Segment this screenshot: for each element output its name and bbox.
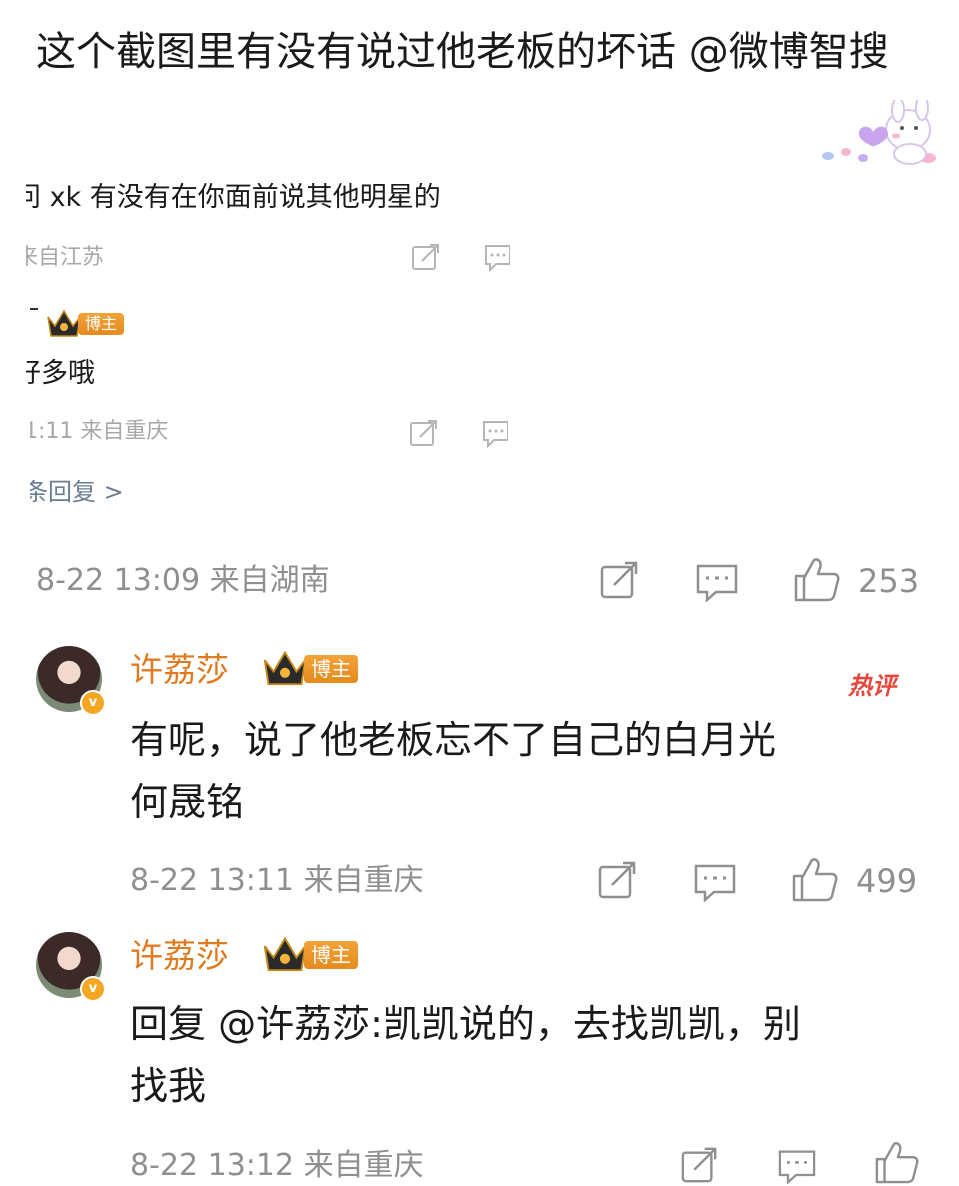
comment-icon[interactable] xyxy=(694,862,736,902)
comment-text-line1: 有呢，说了他老板忘不了自己的白月光 xyxy=(130,718,777,762)
thumbs-up-icon[interactable] xyxy=(790,856,838,902)
share-icon[interactable] xyxy=(598,560,640,600)
thumbs-up-icon[interactable] xyxy=(792,556,840,602)
screenshot-reply: 好多哦 xyxy=(26,358,95,389)
comment-icon[interactable] xyxy=(696,562,738,602)
crown-icon xyxy=(47,309,81,337)
crown-icon xyxy=(263,650,307,686)
commenter-name[interactable]: 许荔莎 xyxy=(130,650,229,690)
like-count: 253 xyxy=(858,562,920,600)
verified-badge: v xyxy=(80,690,106,716)
share-icon[interactable] xyxy=(410,242,442,272)
post-meta: 8-22 13:09 来自湖南 xyxy=(36,563,330,598)
share-icon[interactable] xyxy=(678,1146,720,1184)
crown-icon xyxy=(263,936,307,972)
hot-comment-tag: 热评 xyxy=(848,672,896,700)
verified-badge: v xyxy=(80,976,106,1002)
like-count: 499 xyxy=(856,862,918,900)
comment-text-line2: 找我 xyxy=(130,1064,207,1108)
screenshot-meta-location: 来自江苏 xyxy=(26,245,105,270)
blogger-badge: 博主 xyxy=(46,309,125,339)
share-icon[interactable] xyxy=(408,418,440,448)
comment-text-line2: 何晟铭 xyxy=(130,780,245,824)
comment-icon[interactable] xyxy=(484,242,510,272)
comment-text-line1: 回复 @许荔莎:凯凯说的，去找凯凯，别 xyxy=(130,1002,801,1046)
bunny-sticker xyxy=(822,100,936,165)
comment-meta: 8-22 13:12 来自重庆 xyxy=(130,1148,424,1183)
screenshot-question: 问 xk 有没有在你面前说其他明星的 xyxy=(26,182,441,213)
thumbs-up-icon[interactable] xyxy=(872,1140,920,1184)
share-icon[interactable] xyxy=(596,860,638,900)
blogger-badge: 博主 xyxy=(262,936,358,974)
commenter-name[interactable]: 许荔莎 xyxy=(130,936,229,976)
screenshot-meta-time: 1:11 来自重庆 xyxy=(30,419,169,444)
truncated-mark xyxy=(30,308,38,316)
comment-icon[interactable] xyxy=(482,418,508,448)
more-replies-link[interactable]: 条回复 > xyxy=(30,474,230,510)
comment-meta: 8-22 13:11 来自重庆 xyxy=(130,863,424,898)
post-title: 这个截图里有没有说过他老板的坏话 @微博智搜 xyxy=(36,29,889,75)
blogger-badge: 博主 xyxy=(262,650,358,688)
comment-icon[interactable] xyxy=(776,1148,818,1184)
